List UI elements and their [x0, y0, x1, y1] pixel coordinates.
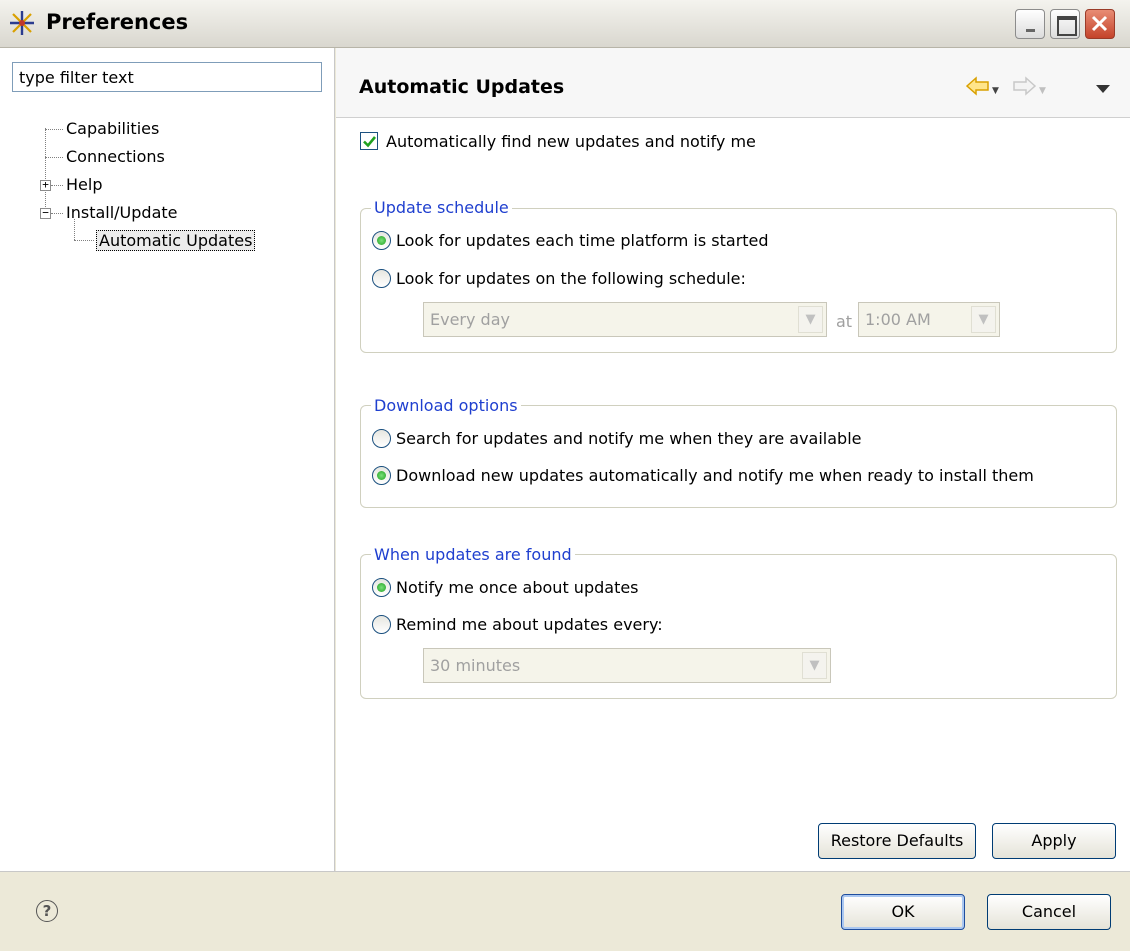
notify-once-radio[interactable] — [372, 578, 391, 597]
tree-item-automatic-updates[interactable]: Automatic Updates — [96, 230, 256, 251]
chevron-down-icon: ▼ — [971, 306, 996, 333]
remind-every-radio[interactable] — [372, 615, 391, 634]
remind-interval-combo: 30 minutes ▼ — [423, 648, 831, 683]
tree-item-install-update[interactable]: Install/Update — [66, 203, 178, 222]
frequency-combo: Every day ▼ — [423, 302, 827, 337]
chevron-down-icon: ▼ — [798, 306, 823, 333]
download-options-group — [360, 405, 1117, 508]
tree-connector — [74, 219, 75, 240]
page-header: Automatic Updates ▼ ▼ — [336, 48, 1130, 118]
schedule-on-startup-label[interactable]: Look for updates each time platform is s… — [396, 231, 769, 250]
tree-connector — [51, 213, 63, 214]
close-icon — [1091, 15, 1108, 32]
collapse-install-update-toggle[interactable]: − — [40, 207, 51, 219]
tree-connector — [45, 157, 63, 158]
help-icon[interactable]: ? — [36, 900, 58, 922]
chevron-down-icon: ▼ — [802, 652, 827, 679]
update-schedule-legend: Update schedule — [371, 198, 512, 217]
forward-history-dropdown: ▼ — [1039, 86, 1046, 96]
download-options-legend: Download options — [371, 396, 521, 415]
tree-item-connections[interactable]: Connections — [66, 147, 165, 166]
tree-connector — [45, 129, 63, 130]
checkmark-icon — [363, 136, 377, 148]
download-automatically-label[interactable]: Download new updates automatically and n… — [396, 466, 1034, 485]
auto-find-label[interactable]: Automatically find new updates and notif… — [386, 132, 756, 151]
title-bar[interactable]: Preferences — [0, 0, 1130, 48]
preferences-star-icon — [10, 11, 34, 35]
apply-button[interactable]: Apply — [992, 823, 1116, 859]
back-arrow-icon[interactable] — [966, 76, 990, 96]
schedule-custom-label[interactable]: Look for updates on the following schedu… — [396, 269, 746, 288]
search-and-notify-radio[interactable] — [372, 429, 391, 448]
at-label: at — [836, 312, 853, 331]
filter-input[interactable] — [12, 62, 322, 92]
maximize-button[interactable] — [1050, 9, 1080, 39]
notify-once-label[interactable]: Notify me once about updates — [396, 578, 639, 597]
tree-connector — [45, 128, 46, 211]
cancel-button[interactable]: Cancel — [987, 894, 1111, 930]
remind-every-label[interactable]: Remind me about updates every: — [396, 615, 663, 634]
preference-page: Automatic Updates ▼ ▼ Automatically find… — [336, 48, 1130, 871]
tree-connector — [51, 185, 63, 186]
remind-interval-value: 30 minutes — [430, 656, 521, 675]
forward-arrow-icon[interactable] — [1012, 76, 1036, 96]
ok-button[interactable]: OK — [841, 894, 965, 930]
tree-connector — [74, 240, 94, 241]
page-title: Automatic Updates — [359, 76, 565, 98]
schedule-on-startup-radio[interactable] — [372, 231, 391, 250]
preference-tree-pane: Capabilities Connections + Help − Instal… — [0, 48, 335, 871]
tree-item-capabilities[interactable]: Capabilities — [66, 119, 159, 138]
download-automatically-radio[interactable] — [372, 466, 391, 485]
tree-item-help[interactable]: Help — [66, 175, 102, 194]
restore-defaults-button[interactable]: Restore Defaults — [818, 823, 976, 859]
search-and-notify-label[interactable]: Search for updates and notify me when th… — [396, 429, 861, 448]
close-button[interactable] — [1085, 9, 1115, 39]
schedule-custom-radio[interactable] — [372, 269, 391, 288]
window-title: Preferences — [46, 10, 189, 34]
auto-find-checkbox[interactable] — [360, 132, 378, 150]
dialog-button-bar: ? OK Cancel — [0, 871, 1130, 951]
expand-help-toggle[interactable]: + — [40, 179, 51, 191]
view-menu-icon[interactable] — [1096, 84, 1110, 94]
minimize-button[interactable] — [1015, 9, 1045, 39]
back-history-dropdown[interactable]: ▼ — [992, 86, 999, 96]
when-found-legend: When updates are found — [371, 545, 575, 564]
frequency-value: Every day — [430, 310, 510, 329]
time-combo: 1:00 AM ▼ — [858, 302, 1000, 337]
time-value: 1:00 AM — [865, 310, 931, 329]
